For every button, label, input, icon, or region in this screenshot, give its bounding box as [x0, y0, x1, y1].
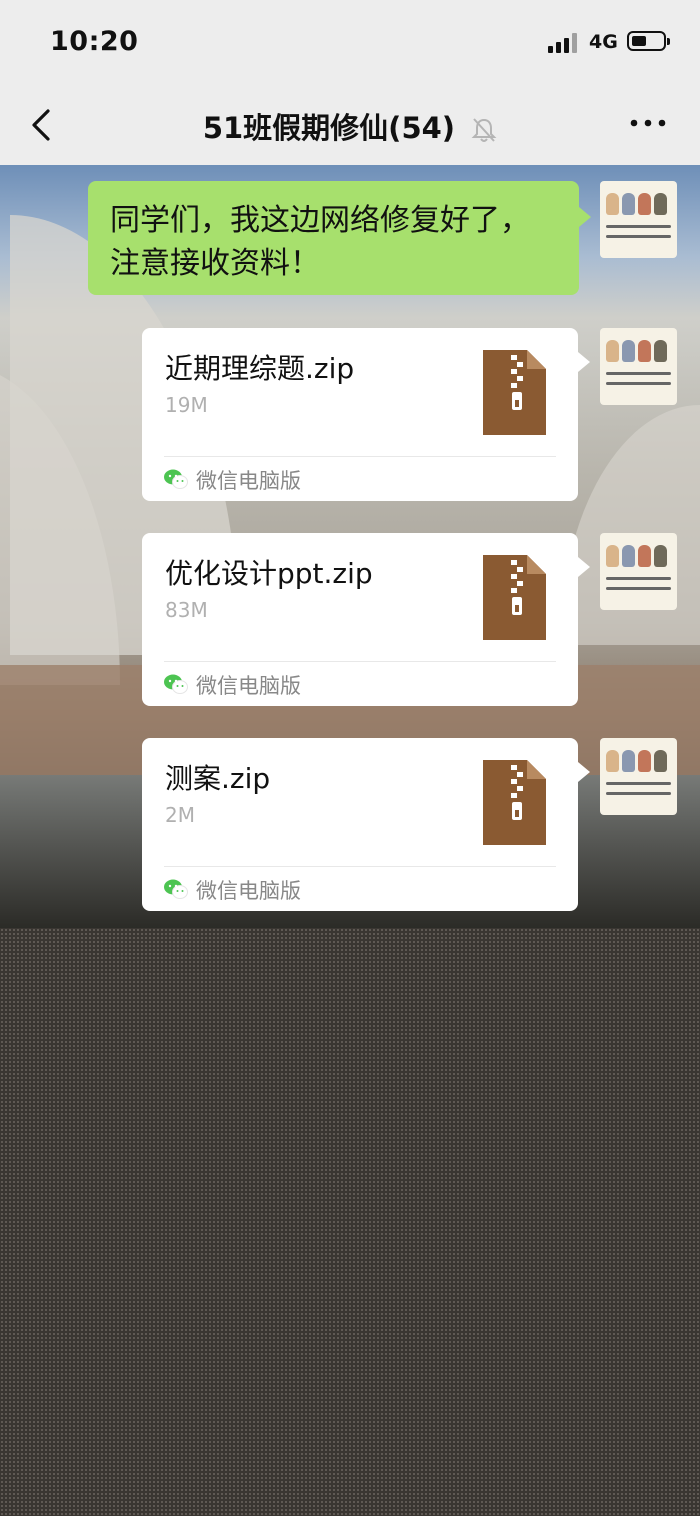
file-name: 测案.zip — [165, 762, 271, 795]
message-line: 同学们，我这边网络修复好了， — [110, 203, 530, 238]
wechat-logo-icon — [164, 674, 188, 694]
chat-message-list[interactable]: 同学们，我这边网络修复好了， 注意接收资料！ 近期理综题.zip 19M 微信电… — [0, 165, 700, 928]
chat-title: 51班假期修仙(54) — [202, 111, 456, 145]
message-line: 注意接收资料！ — [110, 246, 320, 281]
status-bar: 10:20 4G — [0, 0, 700, 85]
muted-bell-icon — [471, 118, 497, 142]
zip-file-icon — [483, 760, 546, 845]
file-source-label: 微信电脑版 — [196, 469, 301, 493]
sender-avatar[interactable] — [600, 533, 677, 610]
battery-icon — [627, 31, 670, 51]
network-type: 4G — [589, 31, 618, 53]
file-message-card[interactable]: 测案.zip 2M 微信电脑版 — [142, 738, 590, 911]
card-divider — [164, 661, 556, 662]
file-message-card[interactable]: 优化设计ppt.zip 83M 微信电脑版 — [142, 533, 590, 706]
file-name: 优化设计ppt.zip — [165, 557, 373, 590]
chat-title-wrap: 51班假期修仙(54) — [0, 105, 700, 147]
file-source-label: 微信电脑版 — [196, 879, 301, 903]
card-divider — [164, 866, 556, 867]
file-size: 83M — [165, 598, 208, 622]
status-time: 10:20 — [50, 26, 139, 57]
obscured-region — [0, 928, 700, 1516]
sender-avatar[interactable] — [600, 738, 677, 815]
zip-file-icon — [483, 555, 546, 640]
wechat-logo-icon — [164, 879, 188, 899]
card-divider — [164, 456, 556, 457]
sender-avatar[interactable] — [600, 181, 677, 258]
text-message-bubble[interactable]: 同学们，我这边网络修复好了， 注意接收资料！ — [88, 181, 591, 295]
file-size: 2M — [165, 803, 195, 827]
file-size: 19M — [165, 393, 208, 417]
file-source-label: 微信电脑版 — [196, 674, 301, 698]
wechat-logo-icon — [164, 469, 188, 489]
chat-header: 51班假期修仙(54) — [0, 85, 700, 165]
sender-avatar[interactable] — [600, 328, 677, 405]
cellular-signal-icon — [548, 33, 582, 53]
file-name: 近期理综题.zip — [165, 352, 355, 385]
more-options-icon[interactable] — [628, 113, 668, 133]
file-message-card[interactable]: 近期理综题.zip 19M 微信电脑版 — [142, 328, 590, 501]
zip-file-icon — [483, 350, 546, 435]
